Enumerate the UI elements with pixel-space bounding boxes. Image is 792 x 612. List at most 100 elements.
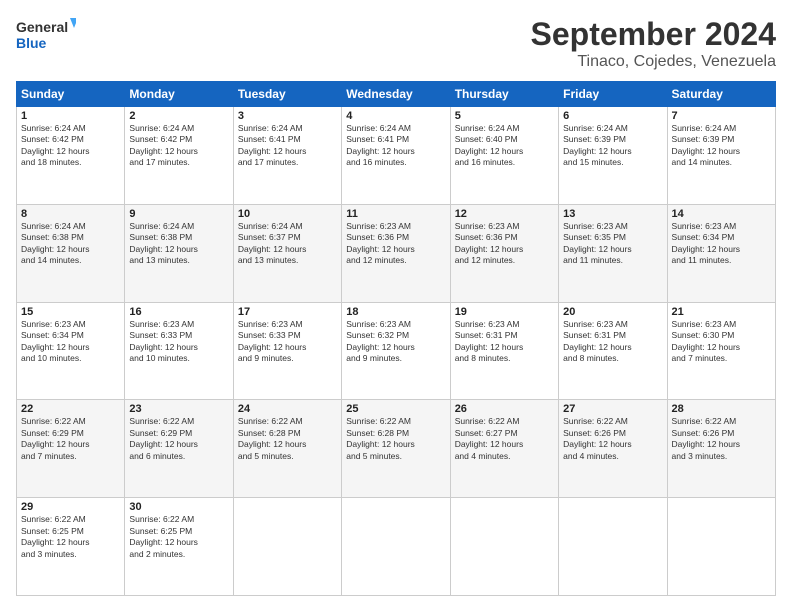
day-info: Sunrise: 6:23 AMSunset: 6:36 PMDaylight:…	[346, 221, 415, 265]
calendar-cell: 7 Sunrise: 6:24 AMSunset: 6:39 PMDayligh…	[667, 107, 775, 205]
day-info: Sunrise: 6:23 AMSunset: 6:32 PMDaylight:…	[346, 319, 415, 363]
day-number: 6	[563, 110, 662, 122]
calendar-week-row: 15 Sunrise: 6:23 AMSunset: 6:34 PMDaylig…	[17, 302, 776, 400]
header: General Blue September 2024 Tinaco, Coje…	[16, 16, 776, 71]
day-info: Sunrise: 6:24 AMSunset: 6:38 PMDaylight:…	[129, 221, 198, 265]
calendar-cell: 13 Sunrise: 6:23 AMSunset: 6:35 PMDaylig…	[559, 204, 667, 302]
calendar-cell: 28 Sunrise: 6:22 AMSunset: 6:26 PMDaylig…	[667, 400, 775, 498]
day-info: Sunrise: 6:24 AMSunset: 6:38 PMDaylight:…	[21, 221, 90, 265]
logo: General Blue	[16, 16, 76, 52]
calendar-body: 1 Sunrise: 6:24 AMSunset: 6:42 PMDayligh…	[17, 107, 776, 596]
calendar-cell	[233, 498, 341, 596]
day-number: 25	[346, 403, 445, 415]
day-number: 20	[563, 306, 662, 318]
calendar-cell: 11 Sunrise: 6:23 AMSunset: 6:36 PMDaylig…	[342, 204, 450, 302]
calendar-cell	[450, 498, 558, 596]
day-of-week-header: Saturday	[667, 82, 775, 107]
day-number: 29	[21, 501, 120, 513]
day-number: 12	[455, 208, 554, 220]
calendar-cell: 5 Sunrise: 6:24 AMSunset: 6:40 PMDayligh…	[450, 107, 558, 205]
day-info: Sunrise: 6:23 AMSunset: 6:33 PMDaylight:…	[129, 319, 198, 363]
day-info: Sunrise: 6:23 AMSunset: 6:35 PMDaylight:…	[563, 221, 632, 265]
calendar-cell: 29 Sunrise: 6:22 AMSunset: 6:25 PMDaylig…	[17, 498, 125, 596]
calendar-cell: 16 Sunrise: 6:23 AMSunset: 6:33 PMDaylig…	[125, 302, 233, 400]
day-info: Sunrise: 6:23 AMSunset: 6:34 PMDaylight:…	[672, 221, 741, 265]
day-info: Sunrise: 6:23 AMSunset: 6:31 PMDaylight:…	[455, 319, 524, 363]
day-number: 16	[129, 306, 228, 318]
day-info: Sunrise: 6:24 AMSunset: 6:41 PMDaylight:…	[346, 123, 415, 167]
day-info: Sunrise: 6:24 AMSunset: 6:42 PMDaylight:…	[129, 123, 198, 167]
calendar-cell: 30 Sunrise: 6:22 AMSunset: 6:25 PMDaylig…	[125, 498, 233, 596]
calendar-cell: 27 Sunrise: 6:22 AMSunset: 6:26 PMDaylig…	[559, 400, 667, 498]
day-number: 5	[455, 110, 554, 122]
day-number: 30	[129, 501, 228, 513]
calendar-table: SundayMondayTuesdayWednesdayThursdayFrid…	[16, 81, 776, 596]
day-info: Sunrise: 6:24 AMSunset: 6:39 PMDaylight:…	[672, 123, 741, 167]
day-number: 7	[672, 110, 771, 122]
day-number: 8	[21, 208, 120, 220]
subtitle: Tinaco, Cojedes, Venezuela	[531, 53, 776, 71]
month-title: September 2024	[531, 16, 776, 53]
calendar-cell: 25 Sunrise: 6:22 AMSunset: 6:28 PMDaylig…	[342, 400, 450, 498]
svg-text:Blue: Blue	[16, 35, 47, 51]
calendar-cell: 22 Sunrise: 6:22 AMSunset: 6:29 PMDaylig…	[17, 400, 125, 498]
day-number: 10	[238, 208, 337, 220]
calendar-cell: 3 Sunrise: 6:24 AMSunset: 6:41 PMDayligh…	[233, 107, 341, 205]
svg-text:General: General	[16, 19, 68, 35]
calendar-cell: 2 Sunrise: 6:24 AMSunset: 6:42 PMDayligh…	[125, 107, 233, 205]
day-number: 14	[672, 208, 771, 220]
day-info: Sunrise: 6:24 AMSunset: 6:40 PMDaylight:…	[455, 123, 524, 167]
day-number: 17	[238, 306, 337, 318]
day-of-week-header: Wednesday	[342, 82, 450, 107]
calendar-cell: 4 Sunrise: 6:24 AMSunset: 6:41 PMDayligh…	[342, 107, 450, 205]
day-info: Sunrise: 6:22 AMSunset: 6:29 PMDaylight:…	[21, 416, 90, 460]
day-number: 21	[672, 306, 771, 318]
day-info: Sunrise: 6:22 AMSunset: 6:26 PMDaylight:…	[672, 416, 741, 460]
calendar-week-row: 22 Sunrise: 6:22 AMSunset: 6:29 PMDaylig…	[17, 400, 776, 498]
day-number: 22	[21, 403, 120, 415]
calendar-cell: 15 Sunrise: 6:23 AMSunset: 6:34 PMDaylig…	[17, 302, 125, 400]
calendar-cell	[559, 498, 667, 596]
day-of-week-row: SundayMondayTuesdayWednesdayThursdayFrid…	[17, 82, 776, 107]
day-of-week-header: Tuesday	[233, 82, 341, 107]
day-number: 18	[346, 306, 445, 318]
day-of-week-header: Sunday	[17, 82, 125, 107]
calendar-cell	[342, 498, 450, 596]
calendar-cell: 12 Sunrise: 6:23 AMSunset: 6:36 PMDaylig…	[450, 204, 558, 302]
calendar-cell: 24 Sunrise: 6:22 AMSunset: 6:28 PMDaylig…	[233, 400, 341, 498]
calendar-cell: 6 Sunrise: 6:24 AMSunset: 6:39 PMDayligh…	[559, 107, 667, 205]
day-info: Sunrise: 6:22 AMSunset: 6:28 PMDaylight:…	[346, 416, 415, 460]
day-number: 1	[21, 110, 120, 122]
day-info: Sunrise: 6:23 AMSunset: 6:34 PMDaylight:…	[21, 319, 90, 363]
calendar-cell: 9 Sunrise: 6:24 AMSunset: 6:38 PMDayligh…	[125, 204, 233, 302]
day-of-week-header: Friday	[559, 82, 667, 107]
day-number: 15	[21, 306, 120, 318]
day-info: Sunrise: 6:24 AMSunset: 6:42 PMDaylight:…	[21, 123, 90, 167]
day-number: 2	[129, 110, 228, 122]
day-info: Sunrise: 6:24 AMSunset: 6:37 PMDaylight:…	[238, 221, 307, 265]
calendar-cell: 19 Sunrise: 6:23 AMSunset: 6:31 PMDaylig…	[450, 302, 558, 400]
calendar-cell: 10 Sunrise: 6:24 AMSunset: 6:37 PMDaylig…	[233, 204, 341, 302]
day-number: 26	[455, 403, 554, 415]
day-number: 11	[346, 208, 445, 220]
day-info: Sunrise: 6:22 AMSunset: 6:26 PMDaylight:…	[563, 416, 632, 460]
day-number: 27	[563, 403, 662, 415]
day-info: Sunrise: 6:23 AMSunset: 6:36 PMDaylight:…	[455, 221, 524, 265]
calendar-cell: 14 Sunrise: 6:23 AMSunset: 6:34 PMDaylig…	[667, 204, 775, 302]
day-number: 9	[129, 208, 228, 220]
day-number: 28	[672, 403, 771, 415]
day-number: 4	[346, 110, 445, 122]
calendar-cell: 8 Sunrise: 6:24 AMSunset: 6:38 PMDayligh…	[17, 204, 125, 302]
day-info: Sunrise: 6:22 AMSunset: 6:25 PMDaylight:…	[129, 514, 198, 558]
calendar-cell: 26 Sunrise: 6:22 AMSunset: 6:27 PMDaylig…	[450, 400, 558, 498]
calendar-week-row: 8 Sunrise: 6:24 AMSunset: 6:38 PMDayligh…	[17, 204, 776, 302]
page: General Blue September 2024 Tinaco, Coje…	[0, 0, 792, 612]
calendar-cell: 23 Sunrise: 6:22 AMSunset: 6:29 PMDaylig…	[125, 400, 233, 498]
day-info: Sunrise: 6:24 AMSunset: 6:41 PMDaylight:…	[238, 123, 307, 167]
day-number: 19	[455, 306, 554, 318]
day-info: Sunrise: 6:22 AMSunset: 6:29 PMDaylight:…	[129, 416, 198, 460]
day-info: Sunrise: 6:23 AMSunset: 6:33 PMDaylight:…	[238, 319, 307, 363]
day-info: Sunrise: 6:22 AMSunset: 6:25 PMDaylight:…	[21, 514, 90, 558]
day-info: Sunrise: 6:23 AMSunset: 6:31 PMDaylight:…	[563, 319, 632, 363]
day-info: Sunrise: 6:22 AMSunset: 6:27 PMDaylight:…	[455, 416, 524, 460]
